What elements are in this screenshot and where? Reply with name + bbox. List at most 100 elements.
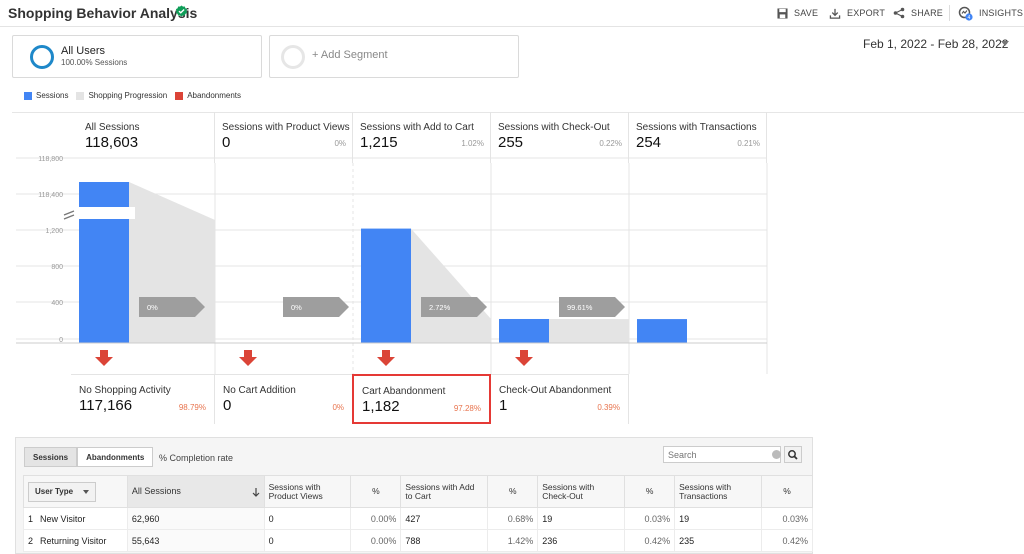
table-tabs: Sessions Abandonments <box>24 447 154 467</box>
stage-value: 0 <box>222 134 231 151</box>
empty-segment-circle-icon <box>281 45 305 69</box>
search-input[interactable] <box>663 446 781 463</box>
y-axis-tick-label: 118,800 <box>38 156 63 163</box>
export-button[interactable]: EXPORT <box>829 5 885 21</box>
progression-label: 0% <box>147 303 158 312</box>
header-divider <box>949 5 950 21</box>
row-dimension-value[interactable]: Returning Visitor <box>40 536 106 546</box>
stage-transactions[interactable]: Sessions with Transactions 254 0.21% <box>629 112 767 163</box>
stage-pct: 0.21% <box>737 139 760 148</box>
column-header-product-views[interactable]: Sessions with Product Views <box>263 475 352 508</box>
cell-pct: 1.42% <box>487 529 539 552</box>
abandonment-check-out-abandonment[interactable]: Check-Out Abandonment 1 0.39% <box>491 374 629 424</box>
sessions-bar <box>361 228 411 343</box>
legend-item-progression: Shopping Progression <box>76 91 167 100</box>
column-header-pct[interactable]: % <box>350 475 402 508</box>
segment-all-users[interactable]: All Users 100.00% Sessions <box>12 35 262 78</box>
abandonment-arrow-icon <box>377 350 395 366</box>
abandonment-name: Check-Out Abandonment <box>499 385 612 396</box>
save-button[interactable]: SAVE <box>777 5 818 21</box>
abandonment-pct: 0% <box>332 403 344 412</box>
progression-area <box>411 228 491 343</box>
progression-label: 99.61% <box>567 303 593 312</box>
abandonment-cart-abandonment[interactable]: Cart Abandonment 1,182 97.28% <box>352 374 491 424</box>
axis-break-icon <box>63 210 75 220</box>
user-type-dropdown[interactable]: User Type <box>28 481 97 502</box>
save-label: SAVE <box>794 8 819 18</box>
segment-circle-icon <box>30 45 54 69</box>
funnel-table-panel: Sessions Abandonments % Completion rate … <box>15 437 814 554</box>
column-header-pct[interactable]: % <box>760 475 814 508</box>
table-row: 1 New Visitor 62,960 0 0.00% 427 0.68% 19… <box>23 507 814 530</box>
share-icon <box>893 7 905 19</box>
save-icon <box>777 7 788 19</box>
abandonment-pct: 97.28% <box>453 404 481 413</box>
insights-button[interactable]: 4 INSIGHTS <box>958 5 1023 21</box>
cell-pct: 0.03% <box>760 507 814 530</box>
column-header-transactions[interactable]: Sessions with Transactions <box>674 475 762 508</box>
share-label: SHARE <box>911 8 944 18</box>
search-icon <box>788 450 798 460</box>
stage-pct: 0.22% <box>599 139 622 148</box>
column-header-pct[interactable]: % <box>487 475 539 508</box>
sort-down-icon[interactable] <box>252 487 260 497</box>
cell-product-views: 0 <box>263 529 352 552</box>
legend-swatch <box>76 91 85 100</box>
share-button[interactable]: SHARE <box>893 5 943 21</box>
progression-area <box>129 182 215 343</box>
export-icon <box>829 8 841 19</box>
stage-name: Sessions with Add to Cart <box>360 122 474 133</box>
add-segment-button[interactable]: + Add Segment <box>269 35 519 78</box>
cell-all-sessions: 55,643 <box>126 529 265 552</box>
segment-name: All Users <box>61 45 106 57</box>
data-table: User Type All Sessions Sessions with Pro… <box>23 475 814 552</box>
cell-pct: 0.00% <box>350 529 402 552</box>
row-dimension-value[interactable]: New Visitor <box>40 514 85 524</box>
row-number: 2 <box>28 535 34 546</box>
abandonment-name: No Shopping Activity <box>79 385 171 396</box>
column-header-check-out[interactable]: Sessions with Check-Out <box>537 475 626 508</box>
stage-check-out[interactable]: Sessions with Check-Out 255 0.22% <box>491 112 629 163</box>
sessions-bar <box>637 319 687 343</box>
cell-add-to-cart: 427 <box>400 507 489 530</box>
stage-pct: 0% <box>334 139 346 148</box>
tab-abandonments[interactable]: Abandonments <box>77 447 154 467</box>
search-button[interactable] <box>784 446 802 463</box>
abandonment-pct: 0.39% <box>597 403 620 412</box>
dimension-label: User Type <box>35 487 74 496</box>
date-range-picker[interactable]: Feb 1, 2022 - Feb 28, 2022 <box>863 37 1008 51</box>
y-axis-tick-label: 118,400 <box>38 192 63 199</box>
funnel-legend: Sessions Shopping Progression Abandonmen… <box>24 91 241 100</box>
dimension-header: User Type <box>23 475 128 508</box>
cell-pct: 0.00% <box>350 507 402 530</box>
stage-add-to-cart[interactable]: Sessions with Add to Cart 1,215 1.02% <box>353 112 491 163</box>
page-title: Shopping Behavior Analysis <box>8 5 198 21</box>
add-segment-label: + Add Segment <box>312 49 388 61</box>
table-row: 2 Returning Visitor 55,643 0 0.00% 788 1.… <box>23 529 814 552</box>
abandonment-no-shopping-activity[interactable]: No Shopping Activity 117,166 98.79% <box>71 374 215 424</box>
column-header-pct[interactable]: % <box>624 475 676 508</box>
stage-all-sessions[interactable]: All Sessions 118,603 <box>71 112 215 163</box>
progression-area <box>549 318 629 343</box>
cell-pct: 0.42% <box>760 529 814 552</box>
clear-icon[interactable] <box>772 450 781 459</box>
abandonment-no-cart-addition[interactable]: No Cart Addition 0 0% <box>215 374 353 424</box>
insights-label: INSIGHTS <box>979 8 1024 18</box>
sessions-bar <box>79 182 129 343</box>
tab-sessions[interactable]: Sessions <box>24 447 78 467</box>
column-header-all-sessions[interactable]: All Sessions <box>126 475 265 508</box>
abandonment-arrow-icon <box>239 350 257 366</box>
completion-rate-label: % Completion rate <box>159 453 234 463</box>
abandonment-arrow-icon <box>515 350 533 366</box>
legend-item-sessions: Sessions <box>24 91 68 100</box>
chevron-down-icon[interactable] <box>1001 41 1009 46</box>
column-header-add-to-cart[interactable]: Sessions with Add to Cart <box>400 475 489 508</box>
cell-product-views: 0 <box>263 507 352 530</box>
legend-swatch <box>24 91 32 100</box>
cell-pct: 0.42% <box>624 529 676 552</box>
stage-pct: 1.02% <box>461 139 484 148</box>
cell-transactions: 19 <box>674 507 762 530</box>
abandonment-name: No Cart Addition <box>223 385 296 396</box>
abandonment-arrow-icon <box>95 350 113 366</box>
stage-product-views[interactable]: Sessions with Product Views 0 0% <box>215 112 353 163</box>
